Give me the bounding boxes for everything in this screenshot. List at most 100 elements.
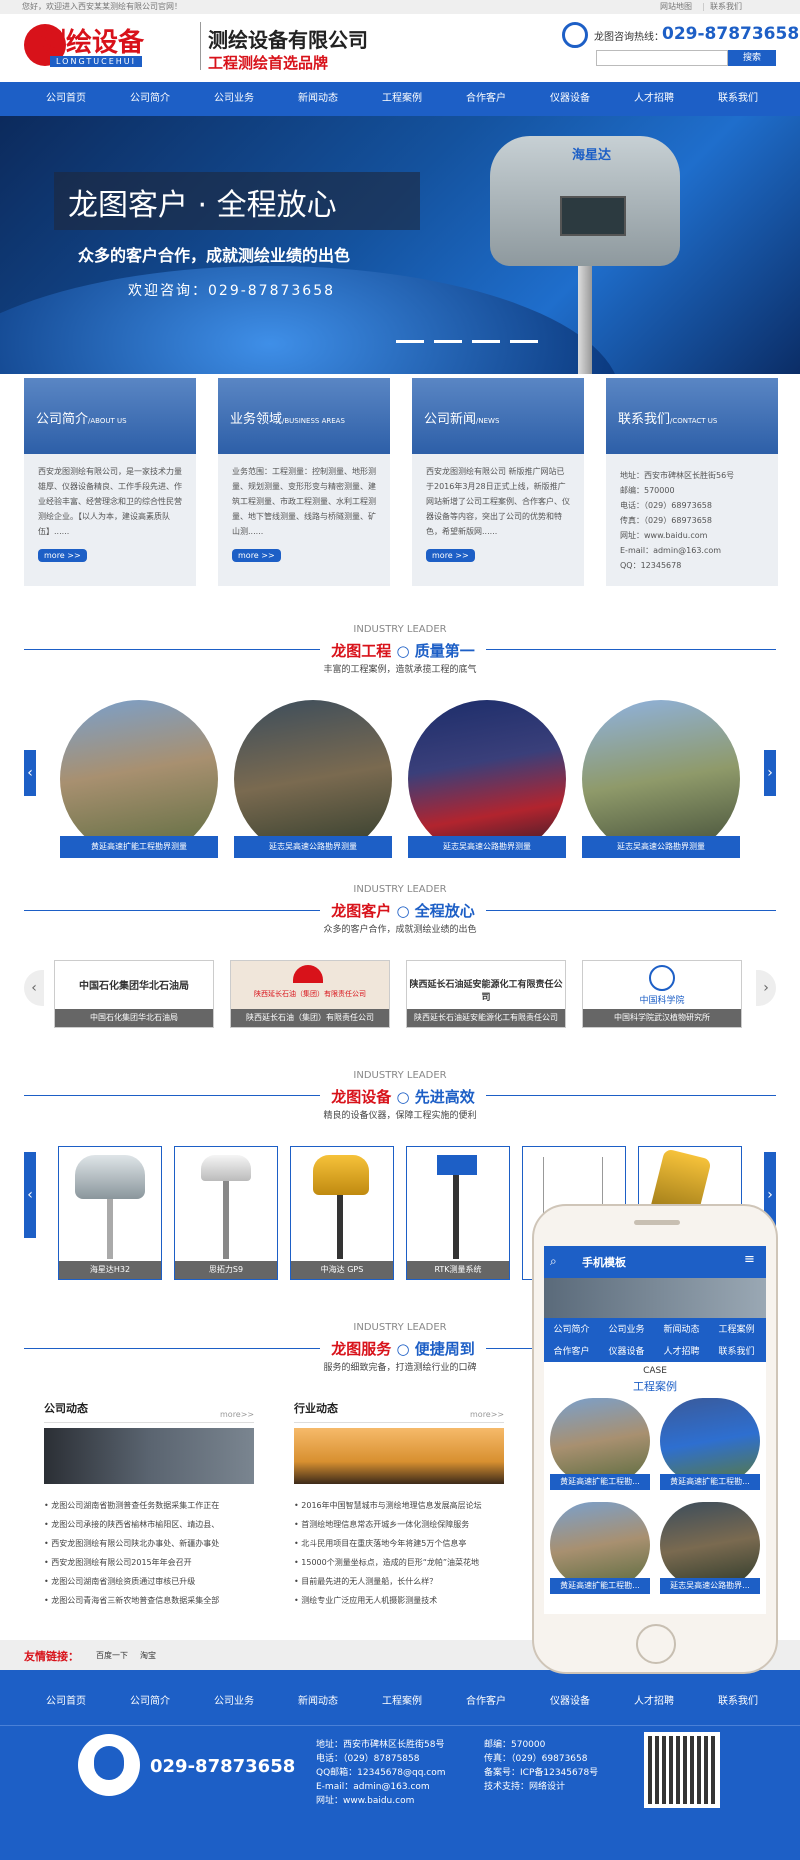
footer-nav-item[interactable]: 工程案例 (360, 1692, 444, 1707)
more-button[interactable]: more >> (38, 549, 87, 562)
list-item[interactable]: • 2016年中国智慧城市与测绘地理信息发展高层论坛 (294, 1496, 504, 1515)
footer-nav-item[interactable]: 公司首页 (24, 1692, 108, 1707)
nav-cases[interactable]: 工程案例 (360, 82, 444, 116)
section-line-left (24, 649, 320, 650)
slide-dot-3[interactable] (472, 340, 500, 343)
case-label: 黄延高速扩能工程勘... (550, 1578, 650, 1594)
news-more-link[interactable]: more>> (470, 1410, 504, 1419)
top-bar: 您好，欢迎进入西安某某测绘有限公司官网！ 网站地图 | 联系我们 (0, 0, 800, 14)
mobile-menu-item[interactable]: 新闻动态 (654, 1322, 709, 1335)
case-item[interactable]: 延志吴高速公路勘界测量 (234, 700, 392, 858)
hotline-label: 龙图咨询热线： (594, 32, 664, 43)
client-item[interactable]: 陕西延长石油延安能源化工有限责任公司 陕西延长石油延安能源化工有限责任公司 (406, 960, 566, 1028)
section-line-right (486, 649, 776, 650)
list-item[interactable]: • 龙图公司青海省三新农地普查信息数据采集全部 (44, 1591, 254, 1610)
search-input[interactable] (596, 50, 728, 66)
case-item[interactable]: 延志吴高速公路勘界测量 (408, 700, 566, 858)
mobile-case-item[interactable]: 黄延高速扩能工程勘... (550, 1398, 650, 1494)
equipment-item[interactable]: 思拓力S9 (174, 1146, 278, 1280)
case-item[interactable]: 延志吴高速公路勘界测量 (582, 700, 740, 858)
equipment-caption: RTK测量系统 (407, 1261, 509, 1279)
case-photo (550, 1502, 650, 1588)
footer-nav-item[interactable]: 公司业务 (192, 1692, 276, 1707)
logo-sub: LONGTUCEHUI (50, 56, 142, 67)
client-item[interactable]: 中国石化集团华北石油局 中国石化集团华北石油局 (54, 960, 214, 1028)
footer-nav-item[interactable]: 仪器设备 (528, 1692, 612, 1707)
slide-dot-2[interactable] (434, 340, 462, 343)
contact-link[interactable]: 联系我们 (710, 0, 742, 14)
slide-dot-1[interactable] (396, 340, 424, 343)
nav-business[interactable]: 公司业务 (192, 82, 276, 116)
card-title: 公司简介/ABOUT US (36, 412, 127, 427)
mobile-menu-item[interactable]: 人才招聘 (654, 1344, 709, 1357)
mobile-case-item[interactable]: 黄延高速扩能工程勘... (660, 1398, 760, 1494)
footer-nav-item[interactable]: 合作客户 (444, 1692, 528, 1707)
cases-prev-arrow[interactable]: ‹ (24, 750, 36, 796)
section-title: 龙图服务 ○ 便捷周到 (331, 1340, 475, 1358)
list-item[interactable]: • 西安龙图测绘有限公司2015年年会召开 (44, 1553, 254, 1572)
list-item[interactable]: • 龙图公司湖南省勘测普查任务数据采集工作正在 (44, 1496, 254, 1515)
more-button[interactable]: more >> (232, 549, 281, 562)
mobile-menu-item[interactable]: 公司简介 (544, 1322, 599, 1335)
phone-home-button[interactable] (636, 1624, 676, 1664)
mobile-menu-icon[interactable]: ≡ (744, 1252, 755, 1267)
case-item[interactable]: 黄延高速扩能工程勘界测量 (60, 700, 218, 858)
mobile-menu-item[interactable]: 联系我们 (709, 1344, 764, 1357)
client-item[interactable]: 陕西延长石油（集团）有限责任公司 陕西延长石油（集团）有限责任公司 (230, 960, 390, 1028)
list-item[interactable]: • 首测绘地理信息常态开城乡一体化测绘保障服务 (294, 1515, 504, 1534)
equipment-prev-arrow[interactable]: ‹ (24, 1152, 36, 1238)
nav-equipment[interactable]: 仪器设备 (528, 82, 612, 116)
section-sub: 众多的客户合作，成就测绘业绩的出色 (323, 925, 477, 935)
mobile-case-item[interactable]: 黄延高速扩能工程勘... (550, 1502, 650, 1598)
nav-home[interactable]: 公司首页 (24, 82, 108, 116)
equipment-item[interactable]: RTK测量系统 (406, 1146, 510, 1280)
device-brand: 海星达 (572, 148, 612, 163)
list-item[interactable]: • 西安龙图测绘有限公司陕北办事处、新疆办事处 (44, 1534, 254, 1553)
footer-nav-item[interactable]: 联系我们 (696, 1692, 780, 1707)
nav-clients[interactable]: 合作客户 (444, 82, 528, 116)
equipment-item[interactable]: 海星达H32 (58, 1146, 162, 1280)
footer-nav-item[interactable]: 人才招聘 (612, 1692, 696, 1707)
qr-code (644, 1732, 720, 1808)
phone-screen: ⌕ 手机模板 ≡ 公司简介 公司业务 新闻动态 工程案例 合作客户 仪器设备 人… (544, 1246, 766, 1614)
friend-link[interactable]: 淘宝 (140, 1650, 156, 1661)
mobile-menu-item[interactable]: 合作客户 (544, 1344, 599, 1357)
nav-contact[interactable]: 联系我们 (696, 82, 780, 116)
mobile-title: 手机模板 (582, 1256, 626, 1269)
list-item[interactable]: • 目前最先进的无人测量船，长什么样？ (294, 1572, 504, 1591)
sitemap-link[interactable]: 网站地图 (660, 0, 692, 14)
mobile-menu-item[interactable]: 公司业务 (599, 1322, 654, 1335)
news-divider (294, 1422, 504, 1423)
mobile-menu-item[interactable]: 仪器设备 (599, 1344, 654, 1357)
mobile-menu-item[interactable]: 工程案例 (709, 1322, 764, 1335)
nav-news[interactable]: 新闻动态 (276, 82, 360, 116)
section-en: INDUSTRY LEADER (353, 884, 447, 895)
friend-link[interactable]: 百度一下 (96, 1650, 128, 1661)
search-button[interactable]: 搜索 (728, 50, 776, 66)
nav-about[interactable]: 公司简介 (108, 82, 192, 116)
client-item[interactable]: 中国科学院 中国科学院武汉植物研究所 (582, 960, 742, 1028)
news-more-link[interactable]: more>> (220, 1410, 254, 1419)
banner-headline: 龙图客户 · 全程放心 (68, 188, 337, 223)
clients-next-arrow[interactable]: › (756, 970, 776, 1006)
list-item[interactable]: • 测绘专业广泛应用无人机摄影测量技术 (294, 1591, 504, 1610)
more-button[interactable]: more >> (426, 549, 475, 562)
nav-jobs[interactable]: 人才招聘 (612, 82, 696, 116)
case-photo (582, 700, 740, 858)
divider: | (702, 2, 705, 11)
mobile-search-icon[interactable]: ⌕ (550, 1254, 557, 1269)
list-item[interactable]: • 15000个测量坐标点，造成的巨形“龙帕”油菜花地 (294, 1553, 504, 1572)
slide-dot-4[interactable] (510, 340, 538, 343)
slogan: 工程测绘首选品牌 (208, 54, 329, 72)
footer-nav-item[interactable]: 新闻动态 (276, 1692, 360, 1707)
cases-next-arrow[interactable]: › (764, 750, 776, 796)
list-item[interactable]: • 龙图公司湖南省测绘资质通过审核已升级 (44, 1572, 254, 1591)
equipment-item[interactable]: 中海达 GPS (290, 1146, 394, 1280)
mobile-banner (544, 1278, 766, 1318)
list-item[interactable]: • 龙图公司承接的陕西省榆林市榆阳区、靖边县、 (44, 1515, 254, 1534)
mobile-menu-grid: 公司简介 公司业务 新闻动态 工程案例 合作客户 仪器设备 人才招聘 联系我们 (544, 1318, 766, 1362)
clients-prev-arrow[interactable]: ‹ (24, 970, 44, 1006)
list-item[interactable]: • 北斗民用项目在重庆落地今年将建5万个信息亭 (294, 1534, 504, 1553)
footer-nav-item[interactable]: 公司简介 (108, 1692, 192, 1707)
mobile-case-item[interactable]: 延志吴高速公路勘界... (660, 1502, 760, 1598)
